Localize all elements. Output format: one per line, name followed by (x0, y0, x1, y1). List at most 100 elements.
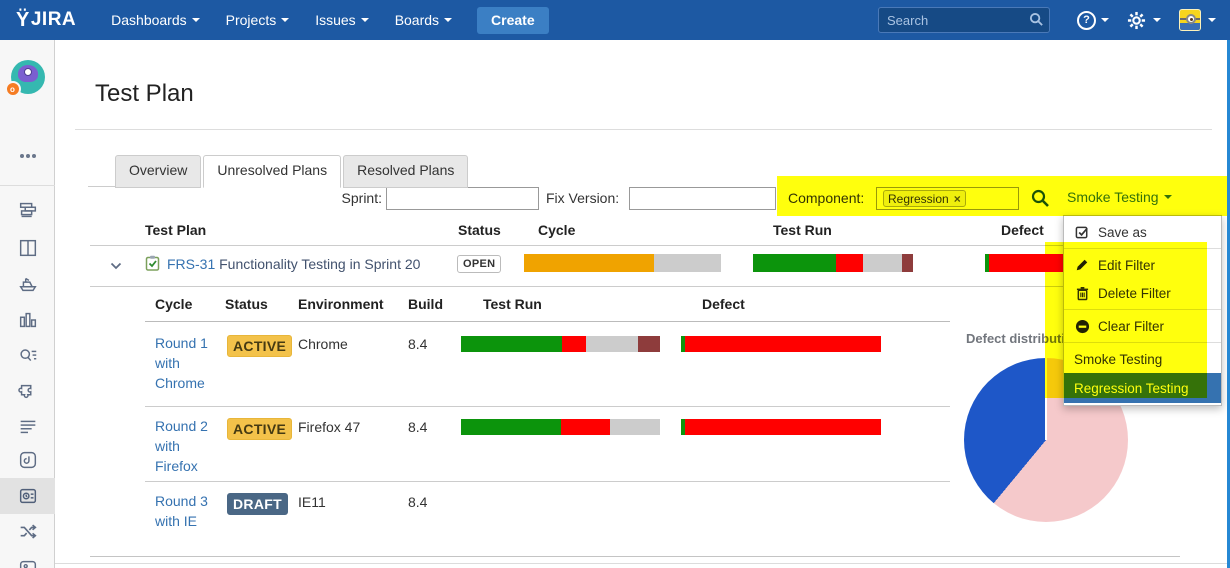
queues-icon (17, 199, 39, 221)
tab-unresolved-plans[interactable]: Unresolved Plans (203, 155, 341, 188)
cycle-link[interactable]: Round 2 with Firefox (155, 416, 219, 476)
menu-item-label: Regression Testing (1074, 381, 1189, 396)
component-input[interactable]: Regression × (876, 187, 1019, 210)
menu-item-label: Smoke Testing (1074, 352, 1162, 367)
sidebar-item-board[interactable] (0, 230, 55, 266)
menu-item-clear-filter[interactable]: Clear Filter (1064, 312, 1221, 340)
chip-remove-icon[interactable]: × (954, 192, 961, 206)
bar-segment (753, 254, 836, 272)
col-status: Status (458, 222, 501, 238)
plan-key[interactable]: FRS-31 (167, 256, 215, 272)
nav-item-projects[interactable]: Projects (213, 0, 303, 40)
testrun-progress-bar (461, 336, 660, 352)
cycle-row: Round 2 with FirefoxACTIVEFirefox 478.4 (145, 413, 950, 482)
jira-logo-icon: Ÿ (16, 9, 30, 32)
testrun-progress-bar (753, 254, 913, 272)
menu-item-label: Clear Filter (1098, 319, 1164, 334)
gear-icon (1127, 11, 1146, 30)
create-button[interactable]: Create (477, 7, 549, 34)
saved-filter-dropdown[interactable]: Smoke Testing (1067, 189, 1172, 205)
bar-segment (638, 336, 660, 352)
top-nav: Ÿ JIRA DashboardsProjectsIssuesBoards Cr… (0, 0, 1230, 40)
bar-segment (586, 336, 638, 352)
menu-item-smoke-testing[interactable]: Smoke Testing (1064, 345, 1221, 373)
plan-summary: Functionality Testing in Sprint 20 (219, 256, 420, 272)
capture-icon (17, 449, 39, 471)
cycle-link[interactable]: Round 1 with Chrome (155, 333, 219, 393)
checkbox-icon (1074, 224, 1090, 240)
test-plan-icon (145, 255, 160, 274)
sidebar-item-media[interactable] (0, 550, 55, 568)
bar-chart-icon (17, 309, 39, 331)
project-avatar[interactable]: o (0, 55, 55, 99)
sidebar-item-shuffle[interactable] (0, 514, 55, 550)
sidebar-item-tests[interactable] (0, 478, 55, 514)
bar-segment (654, 254, 721, 272)
nav-right: ? (878, 7, 1230, 33)
project-avatar-icon: o (11, 60, 45, 94)
user-menu[interactable] (1179, 9, 1216, 31)
nav-item-boards[interactable]: Boards (382, 0, 465, 40)
sidebar-item-queues[interactable] (0, 192, 55, 228)
menu-item-delete-filter[interactable]: Delete Filter (1064, 279, 1221, 307)
minus-circle-icon (1074, 318, 1090, 334)
page-bottom-border (55, 563, 1230, 564)
sidebar-item-reports[interactable] (0, 302, 55, 338)
puzzle-icon (17, 381, 39, 403)
cycle-build: 8.4 (408, 336, 427, 352)
defect-progress-bar (681, 419, 881, 435)
defect-progress-bar (681, 336, 881, 352)
bar-segment (902, 254, 913, 272)
menu-divider (1064, 309, 1221, 310)
sidebar-item-shortcuts[interactable] (0, 408, 55, 444)
tab-resolved-plans[interactable]: Resolved Plans (343, 155, 468, 188)
sidebar-item-addons[interactable] (0, 374, 55, 410)
apply-filter-button[interactable] (1030, 188, 1050, 211)
menu-item-edit-filter[interactable]: Edit Filter (1064, 251, 1221, 279)
menu-divider (1064, 342, 1221, 343)
col-test-run: Test Run (483, 296, 542, 312)
menu-item-label: Delete Filter (1098, 286, 1171, 301)
cycle-status-badge: DRAFT (227, 493, 288, 515)
col-status: Status (225, 296, 268, 312)
search-input[interactable] (878, 7, 1050, 33)
col-environment: Environment (298, 296, 384, 312)
col-test-plan: Test Plan (145, 222, 206, 238)
bar-segment (863, 254, 901, 272)
sidebar-item-issues[interactable] (0, 338, 55, 374)
tab-overview[interactable]: Overview (115, 155, 201, 188)
jira-logo[interactable]: Ÿ JIRA (16, 9, 76, 32)
expand-chevron-icon[interactable] (110, 257, 122, 273)
fix-version-input[interactable] (629, 187, 776, 210)
bar-segment (561, 419, 611, 435)
col-cycle: Cycle (538, 222, 575, 238)
sidebar-more[interactable] (0, 138, 55, 174)
sprint-label: Sprint: (330, 190, 382, 206)
admin-menu[interactable] (1127, 11, 1161, 30)
menu-item-regression-testing[interactable]: Regression Testing (1064, 373, 1221, 403)
nav-item-dashboards[interactable]: Dashboards (98, 0, 213, 40)
sidebar-item-capture[interactable] (0, 442, 55, 478)
bar-segment (461, 336, 562, 352)
image-icon (17, 557, 39, 568)
menu-item-save-as[interactable]: Save as (1064, 218, 1221, 246)
col-build: Build (408, 296, 443, 312)
panel-bottom-border (90, 556, 1180, 557)
menu-item-label: Edit Filter (1098, 258, 1155, 273)
page-title: Test Plan (95, 80, 194, 108)
cycle-environment: Chrome (298, 336, 348, 352)
help-icon: ? (1077, 11, 1096, 30)
sidebar-item-releases[interactable] (0, 266, 55, 302)
title-divider (75, 129, 1212, 130)
fix-version-label: Fix Version: (546, 190, 619, 206)
nav-item-issues[interactable]: Issues (302, 0, 381, 40)
col-defect: Defect (702, 296, 745, 312)
component-chip-label: Regression (888, 192, 949, 206)
plan-link[interactable]: FRS-31 Functionality Testing in Sprint 2… (167, 256, 420, 272)
sprint-input[interactable] (386, 187, 539, 210)
help-menu[interactable]: ? (1077, 11, 1109, 30)
bar-segment (836, 254, 863, 272)
magnifier-icon (1030, 188, 1050, 208)
search-icon (1029, 12, 1044, 27)
cycle-link[interactable]: Round 3 with IE (155, 491, 219, 531)
